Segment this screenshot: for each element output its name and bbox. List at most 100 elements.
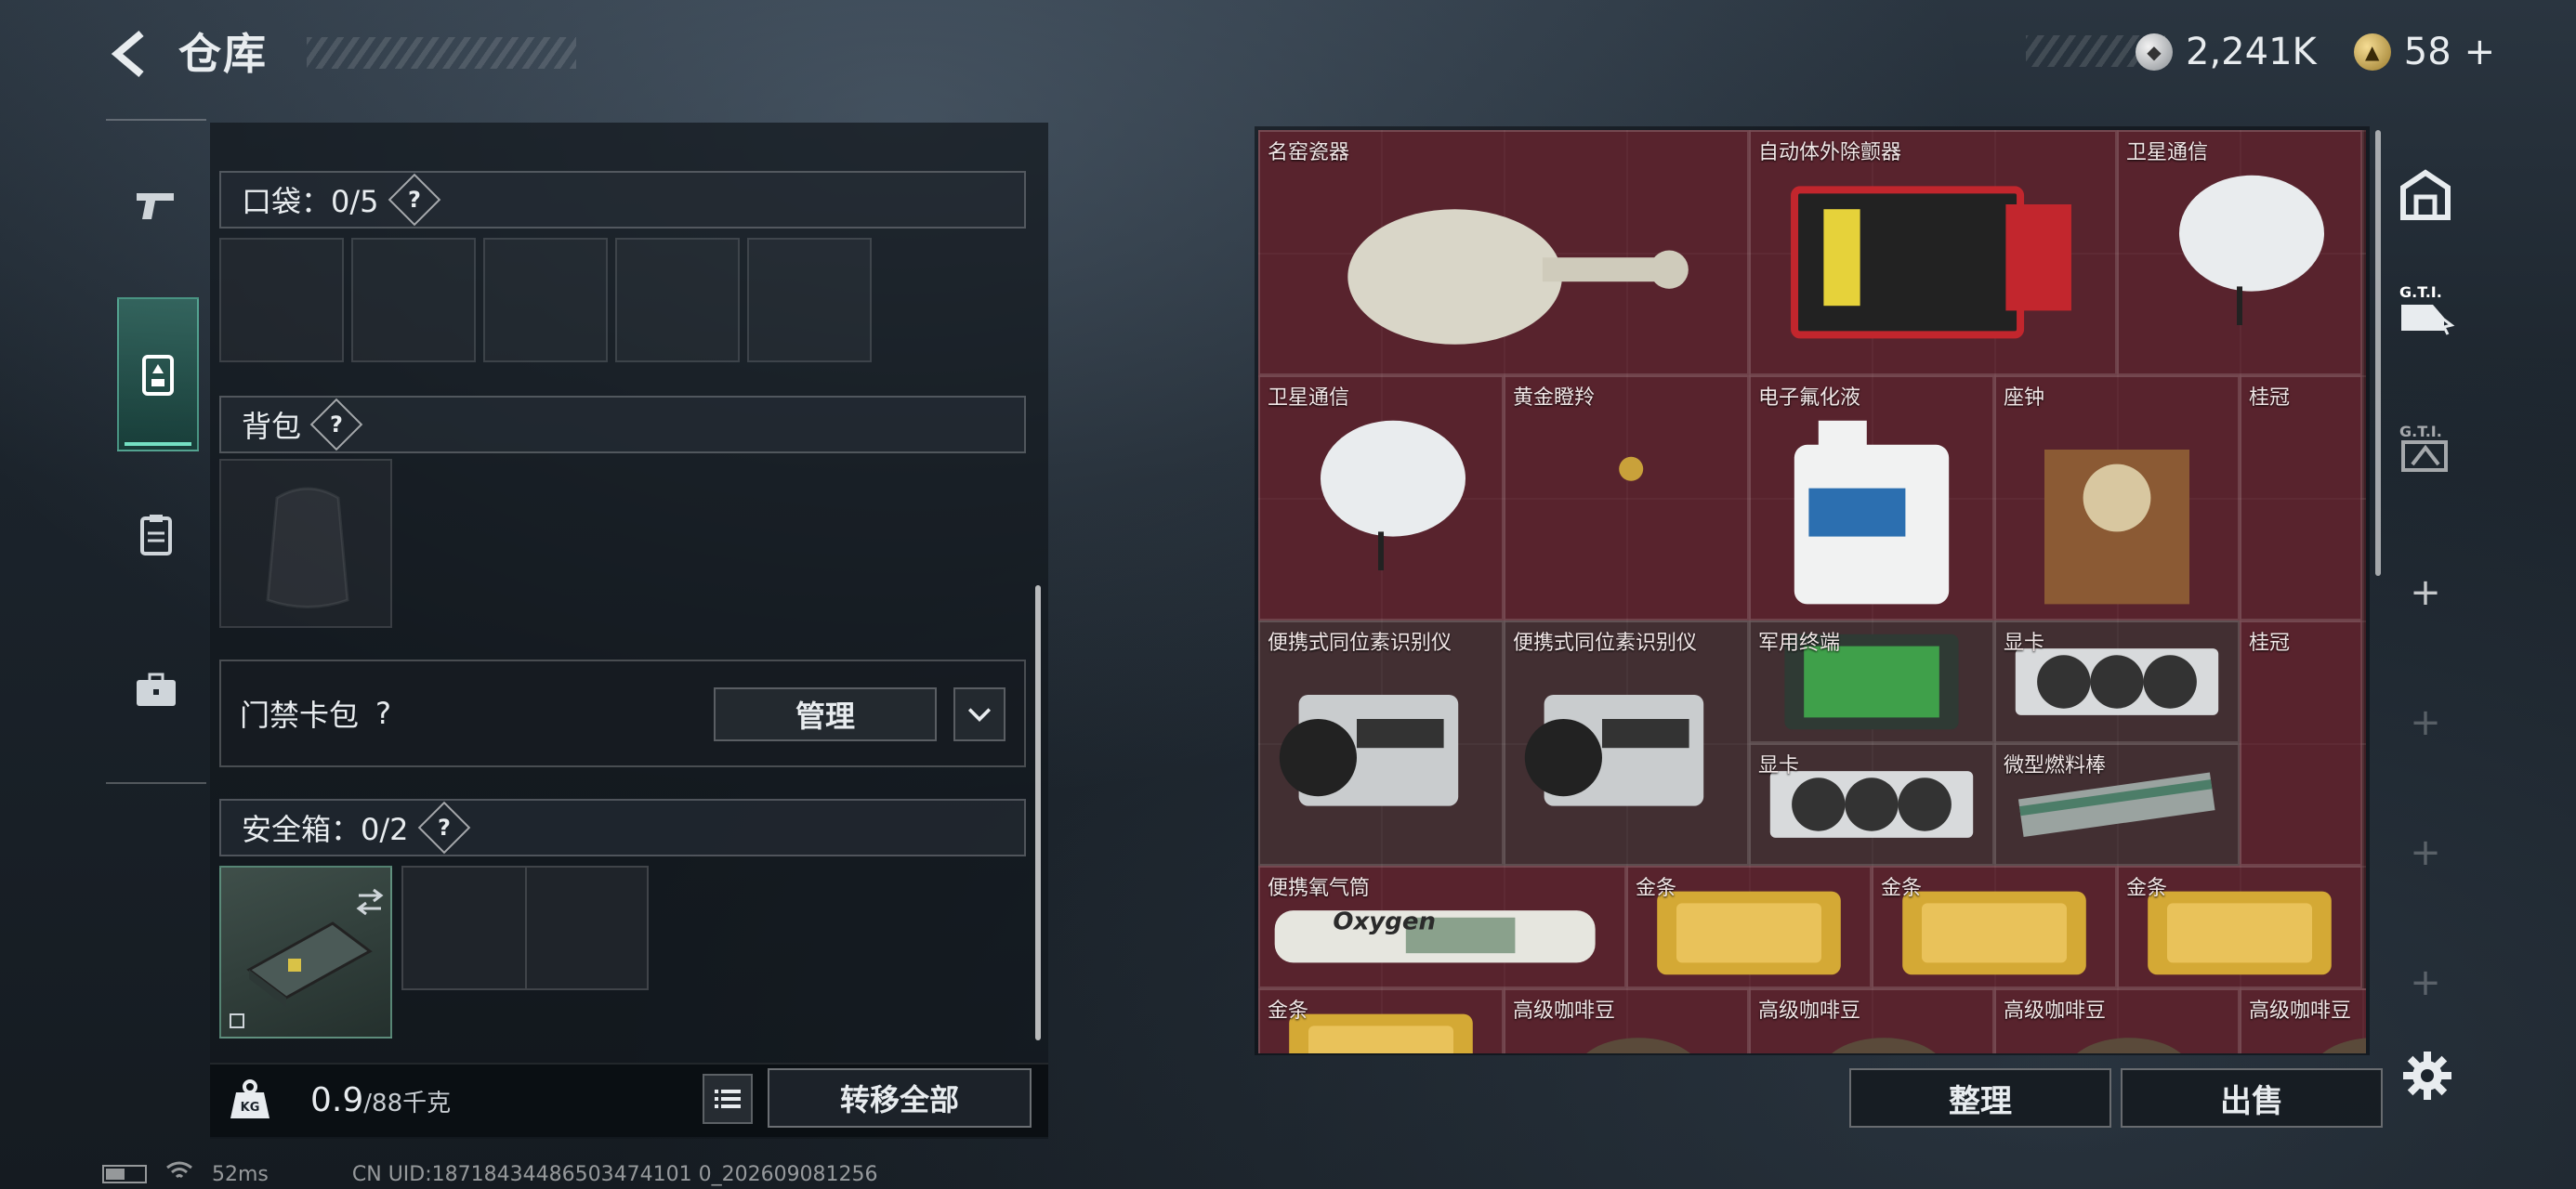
silver-coin-icon: ◆	[2136, 33, 2173, 71]
pocket-slot[interactable]	[615, 238, 740, 362]
user-uid: CN UID:18718434486503474101 0_2026090812…	[351, 1162, 878, 1186]
pocket-slot[interactable]	[351, 238, 476, 362]
storage-scrollbar[interactable]	[2375, 130, 2381, 576]
settings-button[interactable]	[2399, 1048, 2455, 1104]
wifi-icon	[165, 1160, 193, 1188]
storage-item[interactable]: 桂冠	[2240, 621, 2362, 866]
tab-gti-2[interactable]: G.T.I.	[2390, 390, 2461, 502]
item-print-text: Oxygen	[1333, 908, 1436, 936]
svg-text:KG: KG	[241, 1101, 260, 1115]
backpack-help-button[interactable]: ?	[309, 398, 363, 451]
storage-item-label: 显卡	[2004, 632, 2045, 655]
currency-display: ◆ 2,241K ▲ 58 +	[2136, 26, 2495, 78]
storage-item[interactable]: Oxygen 便携氧气筒	[1258, 866, 1626, 988]
keycard-help-button[interactable]: ?	[375, 696, 391, 731]
storage-item[interactable]: 金条	[1872, 866, 2117, 988]
pocket-slot[interactable]	[747, 238, 872, 362]
gold-currency-value: 58	[2403, 31, 2451, 73]
backpack-slot[interactable]	[219, 459, 392, 628]
sell-button[interactable]: 出售	[2121, 1068, 2383, 1128]
storage-item[interactable]: 名窑瓷器	[1258, 130, 1749, 375]
storage-item[interactable]: 卫星通信	[2117, 130, 2362, 375]
sort-button[interactable]: 整理	[1849, 1068, 2111, 1128]
gazelle-item-icon	[1505, 377, 1644, 481]
tab-storage-main[interactable]	[2390, 139, 2461, 251]
storage-item[interactable]: 高级咖啡豆	[1749, 988, 1994, 1053]
nav-item-weapons[interactable]	[115, 136, 197, 275]
storage-item-label: 金条	[2126, 877, 2168, 900]
safe-box-help-button[interactable]: ?	[417, 801, 470, 855]
storage-item-label: 金条	[1881, 877, 1923, 900]
storage-item[interactable]: 金条	[1258, 988, 1504, 1053]
storage-item[interactable]: 金条	[2117, 866, 2362, 988]
storage-item[interactable]: 显卡	[1994, 621, 2240, 743]
storage-item[interactable]: 桂冠	[2240, 375, 2362, 621]
loadout-scrollbar[interactable]	[1035, 585, 1041, 1040]
storage-item[interactable]: 电子氟化液	[1749, 375, 1994, 621]
storage-item[interactable]: 卫星通信	[1258, 375, 1504, 621]
briefcase-icon	[137, 673, 176, 706]
storage-item-label: 自动体外除颤器	[1758, 141, 1902, 164]
manage-button[interactable]: 管理	[714, 687, 937, 741]
storage-item[interactable]: 军用终端	[1749, 621, 1994, 743]
storage-item-label: 便携式同位素识别仪	[1268, 632, 1452, 655]
list-icon	[715, 1090, 741, 1108]
nav-item-consumables[interactable]	[115, 464, 197, 604]
add-tab-button[interactable]: +	[2390, 825, 2461, 881]
storage-item-label: 高级咖啡豆	[2249, 1000, 2352, 1023]
equipment-icon	[142, 355, 174, 396]
list-view-button[interactable]	[703, 1074, 753, 1124]
storage-grid: 名窑瓷器 自动体外除颤器 卫星通信 卫星通信 黄金瞪羚 电子氟化液 座钟 桂冠 便携式同位素识别…	[1258, 130, 2366, 1053]
pocket-slot[interactable]	[219, 238, 344, 362]
storage-item[interactable]: 高级咖啡豆	[1994, 988, 2240, 1053]
keycard-label: 门禁卡包	[240, 698, 360, 733]
status-bar: 52ms CN UID:18718434486503474101 0_20260…	[102, 1159, 878, 1189]
back-button[interactable]	[104, 28, 156, 80]
safe-box-header: 安全箱：0/2 ?	[219, 799, 1026, 856]
pockets-help-button[interactable]: ?	[388, 173, 440, 227]
storage-item-label: 便携氧气筒	[1268, 877, 1371, 900]
storage-item[interactable]: 高级咖啡豆	[2240, 988, 2366, 1053]
storage-item[interactable]: 黄金瞪羚	[1504, 375, 1749, 621]
ping-value: 52ms	[212, 1162, 269, 1186]
keycard-expand-button[interactable]	[953, 687, 1005, 741]
tab-gti-1[interactable]: G.T.I.	[2390, 251, 2461, 362]
silver-currency-value: 2,241K	[2186, 31, 2317, 73]
category-nav	[106, 119, 206, 784]
add-tab-button[interactable]: +	[2390, 695, 2461, 751]
add-tab-button[interactable]: +	[2390, 955, 2461, 1011]
nav-item-items[interactable]	[115, 621, 197, 760]
gear-icon	[2403, 1052, 2451, 1100]
storage-item-label: 微型燃料棒	[2004, 754, 2107, 777]
svg-text:G.T.I.: G.T.I.	[2399, 423, 2442, 440]
storage-item[interactable]: 便携式同位素识别仪	[1258, 621, 1504, 866]
nav-item-equipment[interactable]	[117, 297, 199, 451]
pockets-count: 0/5	[331, 184, 379, 219]
pocket-slot[interactable]	[483, 238, 608, 362]
storage-item[interactable]: 金条	[1626, 866, 1872, 988]
pockets-header: 口袋：0/5 ?	[219, 171, 1026, 229]
storage-item-label: 桂冠	[2249, 386, 2291, 410]
jug-item-icon	[1794, 420, 1950, 605]
storage-item-label: 黄金瞪羚	[1513, 386, 1596, 410]
safe-box-count: 0/2	[361, 812, 409, 847]
svg-text:G.T.I.: G.T.I.	[2399, 283, 2442, 301]
storage-item[interactable]: 高级咖啡豆	[1504, 988, 1749, 1053]
storage-item-label: 显卡	[1758, 754, 1800, 777]
storage-item-label: 便携式同位素识别仪	[1513, 632, 1698, 655]
storage-item-label: 金条	[1268, 1000, 1309, 1023]
backpack-label: 背包	[242, 409, 302, 444]
storage-item[interactable]: 座钟	[1994, 375, 2240, 621]
storage-item[interactable]: 便携式同位素识别仪	[1504, 621, 1749, 866]
transfer-all-button[interactable]: 转移全部	[768, 1068, 1032, 1128]
storage-item-label: 卫星通信	[1268, 386, 1350, 410]
laurel-item-icon	[2241, 377, 2360, 619]
add-tab-button[interactable]: +	[2390, 565, 2461, 621]
add-currency-button[interactable]: +	[2464, 31, 2496, 73]
storage-item[interactable]: 自动体外除颤器	[1749, 130, 2117, 375]
storage-item[interactable]: 微型燃料棒	[1994, 743, 2240, 866]
safe-box-slot[interactable]	[219, 866, 392, 1039]
vase-item-icon	[1260, 132, 1689, 345]
dish-item-icon	[2119, 132, 2324, 325]
storage-item[interactable]: 显卡	[1749, 743, 1994, 866]
